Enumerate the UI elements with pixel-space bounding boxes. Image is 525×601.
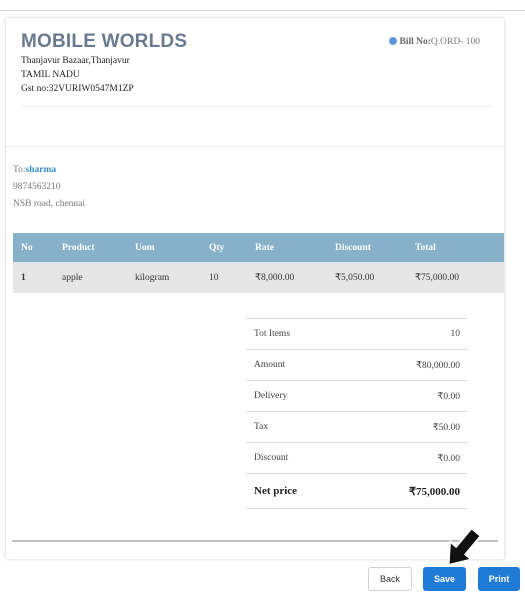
col-header-total: Total [407, 233, 504, 262]
totals-row-discount: Discount ₹0.00 [246, 442, 468, 473]
col-header-rate: Rate [247, 233, 327, 262]
totals-label: Delivery [254, 391, 288, 401]
customer-name: sharma [25, 165, 57, 175]
totals-summary: Tot Items 10 Amount ₹80,000.00 Delivery … [246, 318, 468, 509]
col-header-uom: Uom [127, 233, 201, 262]
back-button[interactable]: Back [368, 567, 412, 591]
company-name: MOBILE WORLDS [21, 31, 188, 52]
cell-total: ₹75,000.00 [407, 262, 504, 293]
totals-value: ₹80,000.00 [415, 360, 460, 371]
customer-address: NSB road, chennai [13, 199, 86, 209]
bill-number: Bill No:Q.ORD- 100 [388, 37, 480, 47]
arrow-cursor-icon [447, 527, 482, 567]
header-divider [21, 106, 491, 107]
totals-label: Amount [254, 360, 286, 370]
dot-icon [388, 37, 397, 45]
top-divider [0, 10, 525, 11]
cell-no: 1 [13, 262, 54, 293]
section-divider [6, 146, 504, 147]
items-table: No Product Uom Qty Rate Discount Total 1… [13, 233, 504, 293]
company-address-line2: TAMIL NADU [21, 70, 80, 80]
card-bottom-divider [12, 540, 498, 542]
customer-phone: 9874563210 [13, 182, 61, 192]
cell-uom: kilogram [127, 262, 201, 293]
cell-qty: 10 [201, 262, 247, 293]
totals-row-tax: Tax ₹50.00 [246, 411, 468, 442]
net-price-label: Net price [254, 485, 298, 497]
bill-label: Bill No: [399, 37, 431, 47]
totals-value: ₹0.00 [437, 453, 460, 464]
totals-row-net-price: Net price ₹75,000.00 [246, 473, 468, 509]
net-price-value: ₹75,000.00 [409, 485, 460, 498]
customer-to: To:sharma [13, 165, 56, 175]
col-header-product: Product [54, 233, 127, 262]
cell-rate: ₹8,000.00 [247, 262, 327, 293]
totals-value: ₹0.00 [437, 391, 460, 402]
totals-label: Tot Items [254, 329, 291, 339]
cell-product: apple [54, 262, 127, 293]
to-label: To: [13, 165, 26, 175]
totals-label: Tax [254, 422, 269, 432]
company-gst: Gst no:32VURIW0547M1ZP [21, 84, 134, 94]
totals-value: ₹50.00 [432, 422, 460, 433]
table-header-row: No Product Uom Qty Rate Discount Total [13, 233, 504, 262]
col-header-discount: Discount [327, 233, 407, 262]
table-row: 1 apple kilogram 10 ₹8,000.00 ₹5,050.00 … [13, 262, 504, 293]
col-header-no: No [13, 233, 54, 262]
invoice-card: MOBILE WORLDS Thanjavur Bazaar,Thanjavur… [6, 18, 504, 559]
print-button[interactable]: Print [478, 567, 520, 591]
col-header-qty: Qty [201, 233, 247, 262]
totals-label: Discount [254, 453, 289, 463]
company-address-line1: Thanjavur Bazaar,Thanjavur [21, 56, 130, 66]
totals-row-delivery: Delivery ₹0.00 [246, 380, 468, 411]
totals-row-amount: Amount ₹80,000.00 [246, 349, 468, 380]
totals-row-items: Tot Items 10 [246, 318, 468, 349]
totals-value: 10 [450, 329, 461, 339]
bill-value: Q.ORD- 100 [430, 37, 480, 47]
cell-discount: ₹5,050.00 [327, 262, 407, 293]
